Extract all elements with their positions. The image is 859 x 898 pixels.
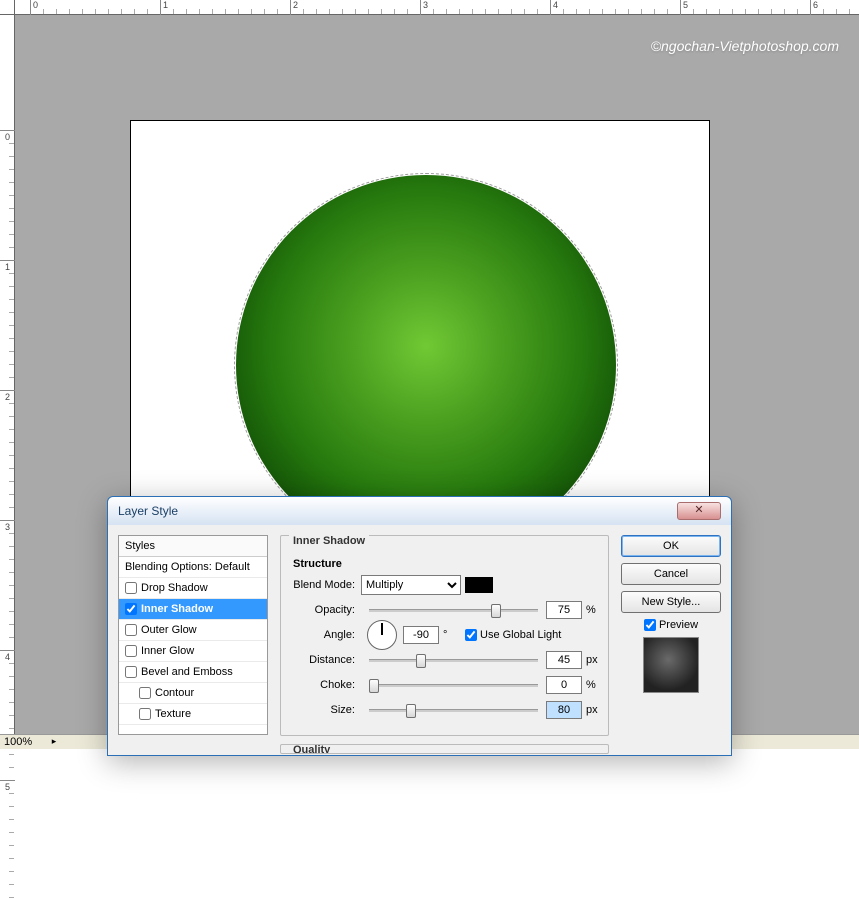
style-label: Texture — [155, 708, 191, 720]
style-row-inner-shadow[interactable]: Inner Shadow — [119, 599, 267, 620]
ruler-left-label: 2 — [5, 392, 10, 402]
opacity-slider[interactable] — [369, 609, 538, 612]
layer-style-dialog: Layer Style ✕ Styles Blending Options: D… — [107, 496, 732, 756]
distance-label: Distance: — [289, 654, 361, 666]
style-label: Contour — [155, 687, 194, 699]
opacity-input[interactable] — [546, 601, 582, 619]
new-style-button[interactable]: New Style... — [621, 591, 721, 613]
style-row-contour[interactable]: Contour — [119, 683, 267, 704]
ruler-left-label: 3 — [5, 522, 10, 532]
ruler-left-label: 5 — [5, 782, 10, 792]
section-legend: Inner Shadow — [289, 535, 369, 547]
structure-legend: Structure — [293, 558, 600, 570]
styles-list-panel: Styles Blending Options: Default Drop Sha… — [108, 525, 268, 755]
dialog-title: Layer Style — [118, 504, 677, 518]
ruler-top-label: 1 — [163, 0, 168, 10]
style-checkbox[interactable] — [125, 624, 137, 636]
style-row-outer-glow[interactable]: Outer Glow — [119, 620, 267, 641]
style-row-inner-glow[interactable]: Inner Glow — [119, 641, 267, 662]
close-button[interactable]: ✕ — [677, 502, 721, 520]
cancel-button[interactable]: Cancel — [621, 563, 721, 585]
ruler-top-label: 4 — [553, 0, 558, 10]
opacity-unit: % — [582, 604, 600, 616]
angle-dial[interactable] — [367, 620, 397, 650]
ruler-horizontal: 0 1 2 3 4 5 6 — [15, 0, 859, 15]
distance-unit: px — [582, 654, 600, 666]
preview-thumbnail — [643, 637, 699, 693]
ruler-top-label: 0 — [33, 0, 38, 10]
zoom-level[interactable]: 100% — [4, 736, 44, 748]
style-label: Bevel and Emboss — [141, 666, 233, 678]
ruler-corner — [0, 0, 15, 15]
preview-checkbox[interactable] — [644, 619, 656, 631]
ruler-top-label: 5 — [683, 0, 688, 10]
global-light-checkbox[interactable] — [465, 629, 477, 641]
styles-header[interactable]: Styles — [119, 536, 267, 557]
style-label: Drop Shadow — [141, 582, 208, 594]
size-slider[interactable] — [369, 709, 538, 712]
zoom-menu-icon[interactable]: ▸ — [48, 736, 60, 748]
ruler-left-label: 4 — [5, 652, 10, 662]
ruler-vertical: 012345 — [0, 15, 15, 734]
size-input[interactable] — [546, 701, 582, 719]
choke-unit: % — [582, 679, 600, 691]
style-row-drop-shadow[interactable]: Drop Shadow — [119, 578, 267, 599]
quality-legend: Quality — [289, 744, 334, 754]
angle-input[interactable] — [403, 626, 439, 644]
ok-button[interactable]: OK — [621, 535, 721, 557]
global-light-label: Use Global Light — [480, 629, 561, 641]
ruler-left-label: 1 — [5, 262, 10, 272]
ruler-top-label: 3 — [423, 0, 428, 10]
style-checkbox[interactable] — [125, 603, 137, 615]
choke-input[interactable] — [546, 676, 582, 694]
dialog-titlebar[interactable]: Layer Style ✕ — [108, 497, 731, 525]
opacity-label: Opacity: — [289, 604, 361, 616]
angle-unit: ° — [439, 629, 457, 641]
style-row-blending-options-default[interactable]: Blending Options: Default — [119, 557, 267, 578]
settings-panel: Inner Shadow Structure Blend Mode: Multi… — [268, 525, 621, 755]
style-label: Blending Options: Default — [125, 561, 250, 573]
distance-input[interactable] — [546, 651, 582, 669]
ruler-left-label: 0 — [5, 132, 10, 142]
blend-mode-label: Blend Mode: — [289, 579, 361, 591]
style-row-bevel-and-emboss[interactable]: Bevel and Emboss — [119, 662, 267, 683]
ruler-top-label: 6 — [813, 0, 818, 10]
watermark-text: ©ngochan-Vietphotoshop.com — [651, 38, 839, 54]
style-checkbox[interactable] — [125, 645, 137, 657]
ruler-top-label: 2 — [293, 0, 298, 10]
style-checkbox[interactable] — [139, 687, 151, 699]
style-checkbox[interactable] — [125, 582, 137, 594]
choke-slider[interactable] — [369, 684, 538, 687]
distance-slider[interactable] — [369, 659, 538, 662]
styles-list: Styles Blending Options: Default Drop Sha… — [118, 535, 268, 735]
angle-label: Angle: — [289, 629, 361, 641]
style-label: Inner Glow — [141, 645, 194, 657]
quality-fieldset: Quality — [280, 744, 609, 754]
style-checkbox[interactable] — [125, 666, 137, 678]
blend-mode-select[interactable]: Multiply — [361, 575, 461, 595]
choke-label: Choke: — [289, 679, 361, 691]
shadow-color-swatch[interactable] — [465, 577, 493, 593]
style-row-texture[interactable]: Texture — [119, 704, 267, 725]
dialog-buttons-panel: OK Cancel New Style... Preview — [621, 525, 731, 755]
size-label: Size: — [289, 704, 361, 716]
style-label: Outer Glow — [141, 624, 197, 636]
style-checkbox[interactable] — [139, 708, 151, 720]
style-label: Inner Shadow — [141, 603, 213, 615]
preview-label: Preview — [659, 619, 698, 631]
inner-shadow-fieldset: Inner Shadow Structure Blend Mode: Multi… — [280, 535, 609, 736]
size-unit: px — [582, 704, 600, 716]
